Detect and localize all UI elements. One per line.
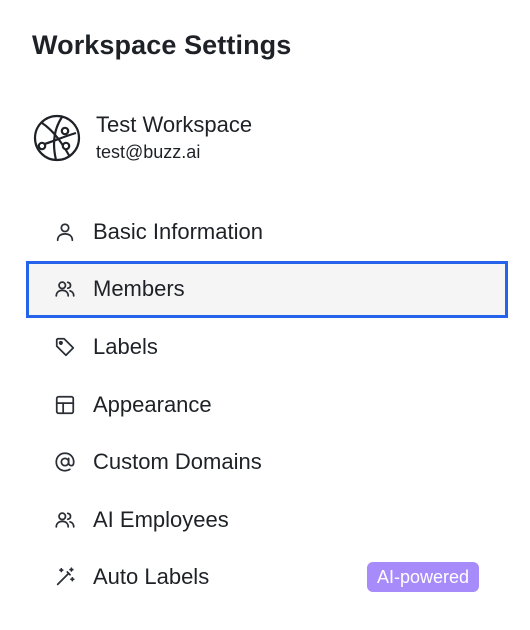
users-icon (53, 508, 77, 532)
nav-item-labels[interactable]: Labels (26, 318, 508, 376)
nav-item-auto-labels[interactable]: Auto Labels AI-powered (26, 549, 508, 607)
workspace-card: Test Workspace test@buzz.ai (32, 112, 252, 164)
users-icon (53, 277, 77, 301)
nav-item-appearance[interactable]: Appearance (26, 376, 508, 434)
magic-wand-icon (53, 565, 77, 589)
nav-item-custom-domains[interactable]: Custom Domains (26, 433, 508, 491)
globe-logo-icon (32, 113, 82, 163)
nav-item-label: Appearance (93, 391, 212, 417)
workspace-email: test@buzz.ai (96, 142, 201, 162)
settings-nav: Basic Information Members Labels Appeara… (26, 203, 508, 606)
nav-item-label: AI Employees (93, 506, 229, 532)
nav-item-label: Members (93, 276, 185, 302)
nav-item-label: Basic Information (93, 218, 263, 244)
ai-powered-badge: AI-powered (366, 562, 479, 593)
user-icon (53, 220, 77, 244)
tag-icon (53, 335, 77, 359)
workspace-name: Test Workspace (96, 112, 253, 137)
layout-icon (53, 393, 77, 417)
nav-item-label: Auto Labels (93, 564, 210, 590)
workspace-info: Test Workspace test@buzz.ai (96, 112, 252, 164)
page-title: Workspace Settings (32, 30, 292, 60)
workspace-settings-panel: Workspace Settings Test Workspace test@b… (0, 0, 530, 630)
at-sign-icon (53, 450, 77, 474)
nav-item-ai-employees[interactable]: AI Employees (26, 491, 508, 549)
nav-item-label: Custom Domains (93, 449, 262, 475)
nav-item-basic-information[interactable]: Basic Information (26, 203, 508, 261)
nav-item-members[interactable]: Members (26, 260, 508, 319)
nav-item-label: Labels (93, 333, 158, 359)
